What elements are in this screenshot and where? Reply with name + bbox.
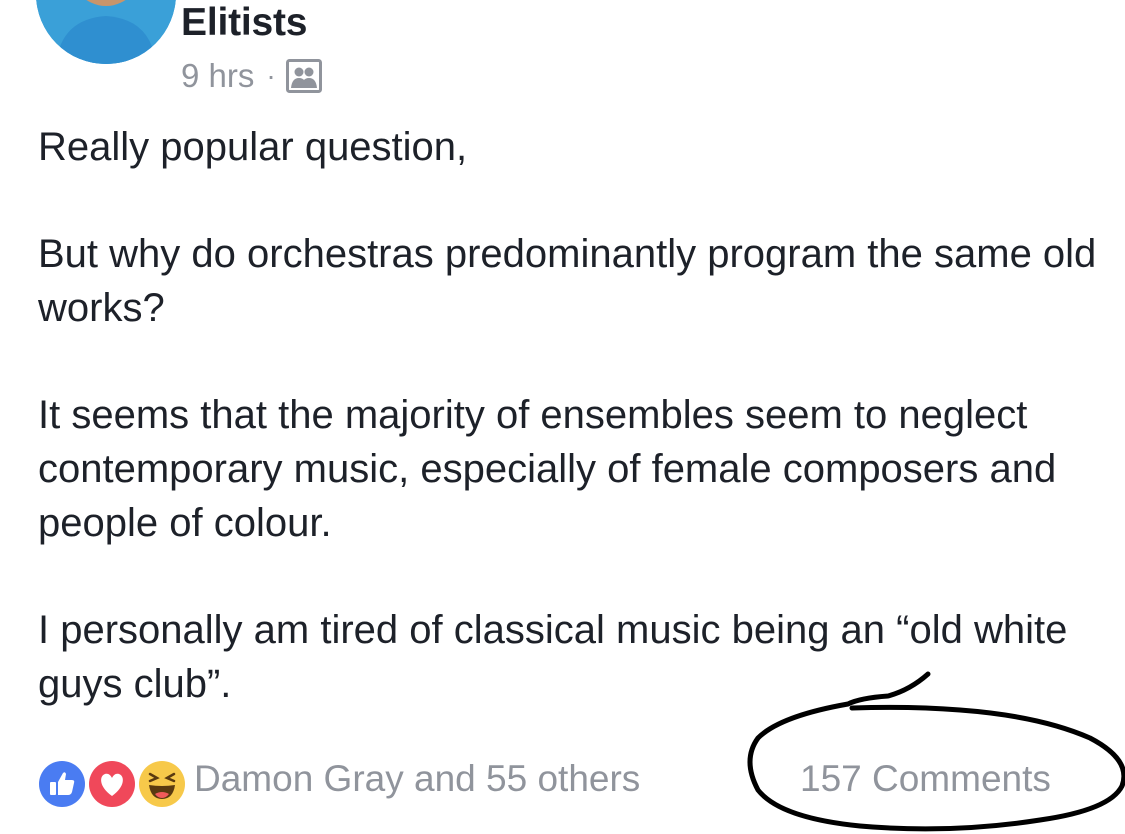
post-timestamp[interactable]: 9 hrs — [181, 57, 254, 95]
meta-separator: · — [266, 60, 276, 91]
group-name-link[interactable]: Elitists — [181, 0, 307, 46]
post-paragraph: It seems that the majority of ensembles … — [38, 393, 1057, 545]
reaction-summary[interactable] — [36, 758, 188, 810]
post-meta: 9 hrs · — [181, 56, 322, 96]
group-avatar[interactable] — [36, 0, 176, 64]
like-icon — [36, 758, 88, 810]
love-icon — [86, 758, 138, 810]
post-text: Really popular question, But why do orch… — [38, 120, 1098, 711]
post-paragraph: Really popular question, — [38, 125, 468, 169]
group-audience-icon — [285, 59, 322, 93]
hand-drawn-circle-annotation — [747, 671, 1125, 832]
reactors-link[interactable]: Damon Gray and 55 others — [194, 754, 640, 804]
haha-icon — [136, 758, 188, 810]
post-paragraph: But why do orchestras predominantly prog… — [38, 232, 1097, 330]
